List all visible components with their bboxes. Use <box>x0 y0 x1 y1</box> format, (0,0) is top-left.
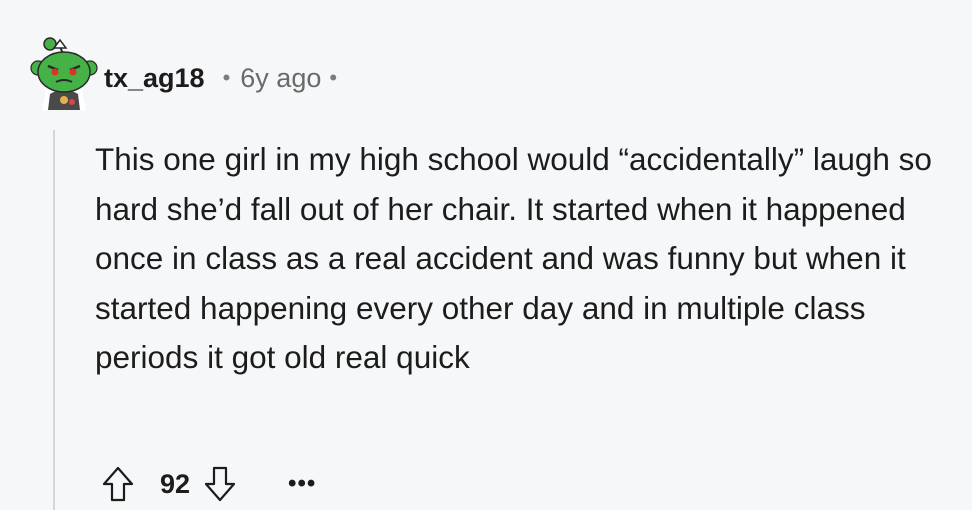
meta-separator: • <box>222 65 231 90</box>
more-options-icon: ••• <box>288 470 317 497</box>
user-avatar[interactable] <box>28 34 100 110</box>
thread-line[interactable] <box>53 130 55 510</box>
snoo-avatar-icon <box>30 37 98 110</box>
comment-body: This one girl in my high school would “a… <box>95 141 932 376</box>
downvote-arrow-icon <box>204 466 236 502</box>
vote-score: 92 <box>160 468 191 499</box>
meta-separator-trailing: • <box>329 65 338 90</box>
upvote-button[interactable] <box>100 464 136 504</box>
upvote-arrow-icon <box>102 466 134 502</box>
more-options-button[interactable]: ••• <box>288 472 316 496</box>
username[interactable]: tx_ag18 <box>104 63 205 94</box>
comment-meta: tx_ag18 • 6y ago • <box>104 60 337 96</box>
downvote-button[interactable] <box>202 464 238 504</box>
comment-actions: 92 ••• <box>100 462 316 506</box>
comment-age: 6y ago <box>240 62 322 93</box>
